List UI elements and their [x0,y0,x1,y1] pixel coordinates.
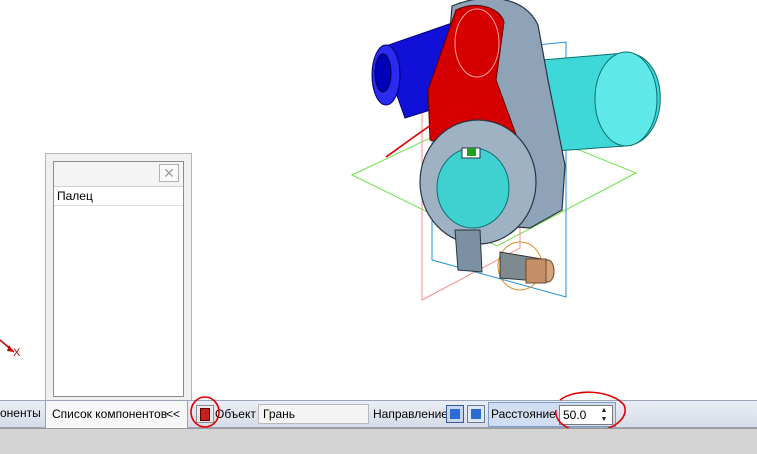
property-bar: оненты Список компонентов << Объект Гран… [0,400,757,428]
tab-components[interactable]: оненты [0,406,41,420]
direction-reverse-icon[interactable] [467,405,485,423]
spin-up-icon[interactable]: ▲ [597,406,611,415]
object-label: Объект [215,407,256,421]
direction-forward-icon[interactable] [446,405,464,423]
list-item[interactable]: Палец [54,187,183,206]
component-list-header: ✕ [54,162,183,187]
close-icon[interactable]: ✕ [159,164,179,182]
x-axis-label: X [13,347,21,359]
status-bar [0,428,757,454]
component-list: Палец [54,187,183,206]
tab-component-list-label: Список компонентов [52,407,168,421]
distance-label: Расстояние [491,407,556,421]
collapse-button[interactable]: << [166,407,180,421]
object-field[interactable]: Грань [258,404,369,424]
component-list-panel: ✕ Палец [45,153,192,403]
component-list-box: ✕ Палец [53,161,184,397]
spin-down-icon[interactable]: ▼ [597,415,611,424]
direction-label: Направление [373,407,448,421]
select-object-icon[interactable] [196,405,214,423]
distance-stepper[interactable]: ▲ ▼ [597,406,611,424]
tab-component-list[interactable]: Список компонентов << [45,401,188,428]
